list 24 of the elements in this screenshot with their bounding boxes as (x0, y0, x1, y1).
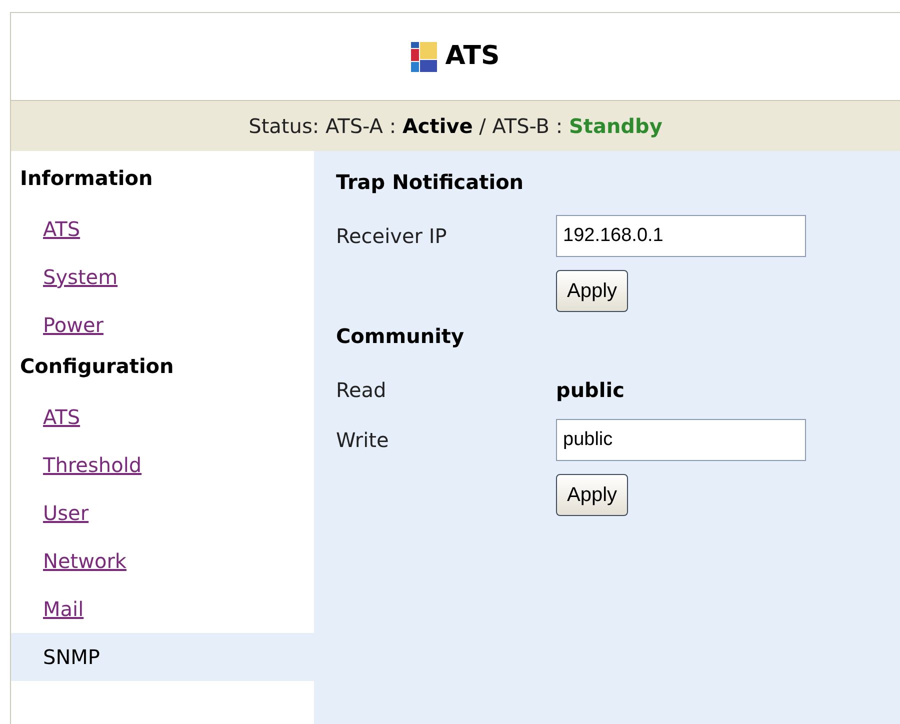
apply-button[interactable]: Apply (556, 270, 628, 312)
field-label: Receiver IP (336, 223, 448, 250)
sidebar-item[interactable]: ATS (11, 393, 314, 441)
sidebar-item[interactable]: Network (11, 537, 314, 585)
tiles-icon (411, 42, 438, 72)
sidebar-item[interactable]: SNMP (11, 633, 314, 681)
sidebar-heading: Configuration (19, 353, 175, 380)
text-field[interactable]: 192.168.0.1 (556, 215, 806, 257)
sidebar-item[interactable]: System (11, 253, 314, 301)
sidebar-item[interactable]: User (11, 489, 314, 537)
text-field[interactable]: public (556, 419, 806, 461)
section-title: Trap Notification (336, 169, 525, 196)
field-value: public (556, 377, 624, 404)
status-text: Status: ATS-A : Active / ATS-B : Standby (248, 113, 662, 140)
apply-button[interactable]: Apply (556, 474, 628, 516)
sidebar-item[interactable]: Threshold (11, 441, 314, 489)
sidebar-item[interactable]: ATS (11, 205, 314, 253)
page-title: ATS (445, 40, 500, 73)
field-label: Write (336, 427, 390, 454)
sidebar-item[interactable]: Mail (11, 585, 314, 633)
section-title: Community (336, 323, 466, 350)
sidebar-item[interactable]: Power (11, 301, 314, 349)
field-label: Read (336, 377, 388, 404)
sidebar-heading: Information (19, 165, 154, 192)
